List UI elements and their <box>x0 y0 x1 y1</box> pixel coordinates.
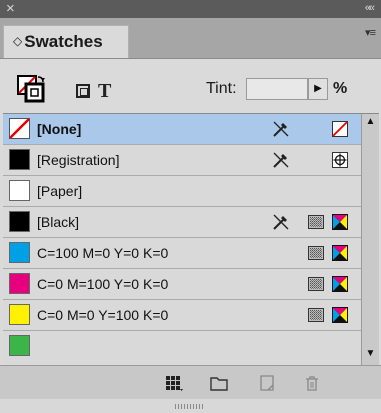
registration-icon <box>332 152 348 168</box>
swatch-row-black[interactable]: [Black] <box>3 207 361 238</box>
partial-swatch-chip <box>9 335 30 356</box>
registration-swatch-chip <box>9 149 30 170</box>
tint-input[interactable] <box>246 78 308 100</box>
cmyk-icon <box>332 214 348 230</box>
swatch-row-registration[interactable]: [Registration] <box>3 145 361 176</box>
swatch-name: C=100 M=0 Y=0 K=0 <box>37 245 169 261</box>
cmyk-icon <box>332 307 348 323</box>
cmyk-icon <box>332 245 348 261</box>
format-text-icon[interactable]: T <box>98 80 111 103</box>
panel-menu-icon[interactable]: ▾≡ <box>365 26 376 39</box>
swatch-name: C=0 M=0 Y=100 K=0 <box>37 307 169 323</box>
swatch-row-cyan[interactable]: C=100 M=0 Y=0 K=0 <box>3 238 361 269</box>
new-color-group-icon[interactable] <box>210 374 228 392</box>
swatch-name: [Black] <box>37 214 80 230</box>
swatch-row-yellow[interactable]: C=0 M=0 Y=100 K=0 <box>3 300 361 331</box>
swatch-name: C=0 M=100 Y=0 K=0 <box>37 276 169 292</box>
trash-icon[interactable] <box>303 374 321 392</box>
tab-toggle-icon[interactable]: ◇ <box>13 34 22 48</box>
scroll-down-icon[interactable]: ▼ <box>362 346 379 362</box>
collapse-icon[interactable]: «« <box>365 2 375 14</box>
process-icon <box>308 215 324 229</box>
swatch-row-none[interactable]: [None] <box>3 114 361 145</box>
tab-swatches[interactable]: ◇ Swatches <box>3 25 129 58</box>
panel-footer <box>0 365 381 400</box>
swatch-list-scrollbar[interactable]: ▲ ▼ <box>361 113 379 366</box>
format-container-icon[interactable] <box>76 84 90 98</box>
paper-swatch-chip <box>9 180 30 201</box>
swatch-name: [Paper] <box>37 183 83 199</box>
cmyk-icon <box>332 276 348 292</box>
magenta-swatch-chip <box>9 273 30 294</box>
swatch-name: [Registration] <box>37 152 120 168</box>
show-swatch-views-icon[interactable] <box>165 374 183 392</box>
tab-label: Swatches <box>24 32 103 51</box>
no-edit-icon <box>273 121 289 137</box>
swatch-name: [None] <box>37 121 82 137</box>
none-swatch-chip <box>9 118 30 139</box>
tint-percent-label: % <box>333 80 348 97</box>
panel-titlebar: × «« <box>0 0 381 18</box>
swatch-row-magenta[interactable]: C=0 M=100 Y=0 K=0 <box>3 269 361 300</box>
tint-slider-button[interactable]: ▶ <box>308 78 328 100</box>
tint-label: Tint: <box>206 80 237 97</box>
new-swatch-icon[interactable] <box>258 374 276 392</box>
black-swatch-chip <box>9 211 30 232</box>
process-icon <box>308 246 324 260</box>
swatch-row-paper[interactable]: [Paper] <box>3 176 361 207</box>
scroll-up-icon[interactable]: ▲ <box>362 114 379 130</box>
cyan-swatch-chip <box>9 242 30 263</box>
swatch-row-partial[interactable] <box>3 331 361 366</box>
close-icon[interactable]: × <box>6 1 15 17</box>
swatch-list: [None] [Registration] [Paper] [Black] C=… <box>3 113 361 366</box>
swatches-panel: × «« ◇ Swatches ▾≡ T Tint: ▶ % [None] [R… <box>0 0 381 413</box>
no-edit-icon <box>273 214 289 230</box>
process-icon <box>308 277 324 291</box>
yellow-swatch-chip <box>9 304 30 325</box>
fill-stroke-icon[interactable] <box>17 75 45 103</box>
no-edit-icon <box>273 152 289 168</box>
resize-grip[interactable] <box>0 399 381 413</box>
tab-row: ◇ Swatches ▾≡ <box>0 18 381 59</box>
none-icon <box>332 121 348 137</box>
process-icon <box>308 308 324 322</box>
